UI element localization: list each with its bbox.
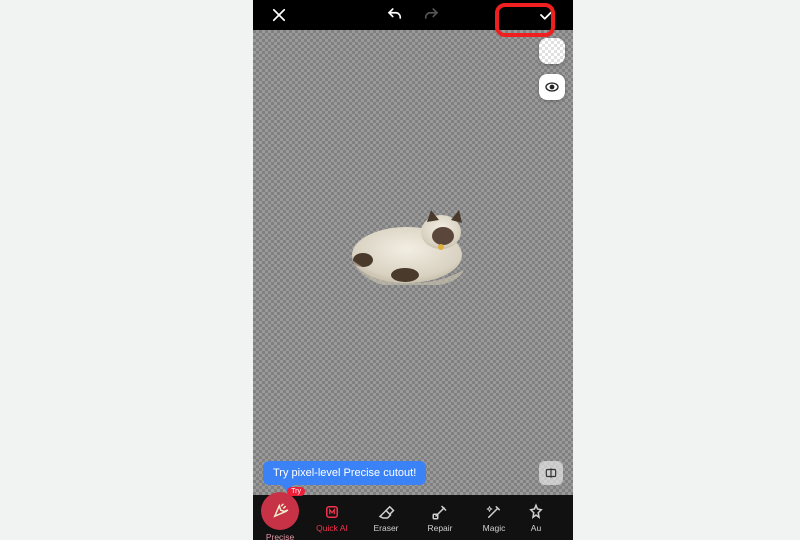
tool-auto-label: Au [531, 523, 541, 533]
canvas-side-controls [539, 38, 565, 100]
undo-icon[interactable] [381, 1, 409, 29]
tool-precise[interactable]: Try Precise [255, 494, 305, 540]
tool-eraser-label: Eraser [373, 523, 398, 533]
stage: Try pixel-level Precise cutout! Try Prec… [0, 0, 800, 540]
subject-cutout[interactable] [343, 200, 483, 285]
bottom-toolbar: Try Precise Quick AI Eraser Repair Magic [253, 495, 573, 540]
tool-eraser[interactable]: Eraser [359, 503, 413, 533]
precise-button[interactable]: Try [261, 492, 299, 530]
visibility-toggle-icon[interactable] [539, 74, 565, 100]
redo-icon [417, 1, 445, 29]
compare-icon[interactable] [539, 461, 563, 485]
tool-quick-ai[interactable]: Quick AI [305, 503, 359, 533]
tool-quick-ai-label: Quick AI [316, 523, 348, 533]
close-icon[interactable] [265, 1, 293, 29]
tool-precise-label: Precise [266, 532, 294, 540]
editor-canvas[interactable]: Try pixel-level Precise cutout! [253, 30, 573, 495]
top-bar [253, 0, 573, 30]
tooltip-text: Try pixel-level Precise cutout! [273, 467, 416, 479]
background-toggle-icon[interactable] [539, 38, 565, 64]
phone-frame: Try pixel-level Precise cutout! Try Prec… [253, 0, 573, 540]
precise-tooltip: Try pixel-level Precise cutout! [263, 461, 426, 485]
confirm-icon[interactable] [533, 1, 561, 29]
tool-repair-label: Repair [427, 523, 452, 533]
try-badge: Try [287, 487, 305, 496]
tool-repair[interactable]: Repair [413, 503, 467, 533]
tool-auto[interactable]: Au [521, 503, 551, 533]
tool-magic-label: Magic [483, 523, 506, 533]
tool-magic[interactable]: Magic [467, 503, 521, 533]
